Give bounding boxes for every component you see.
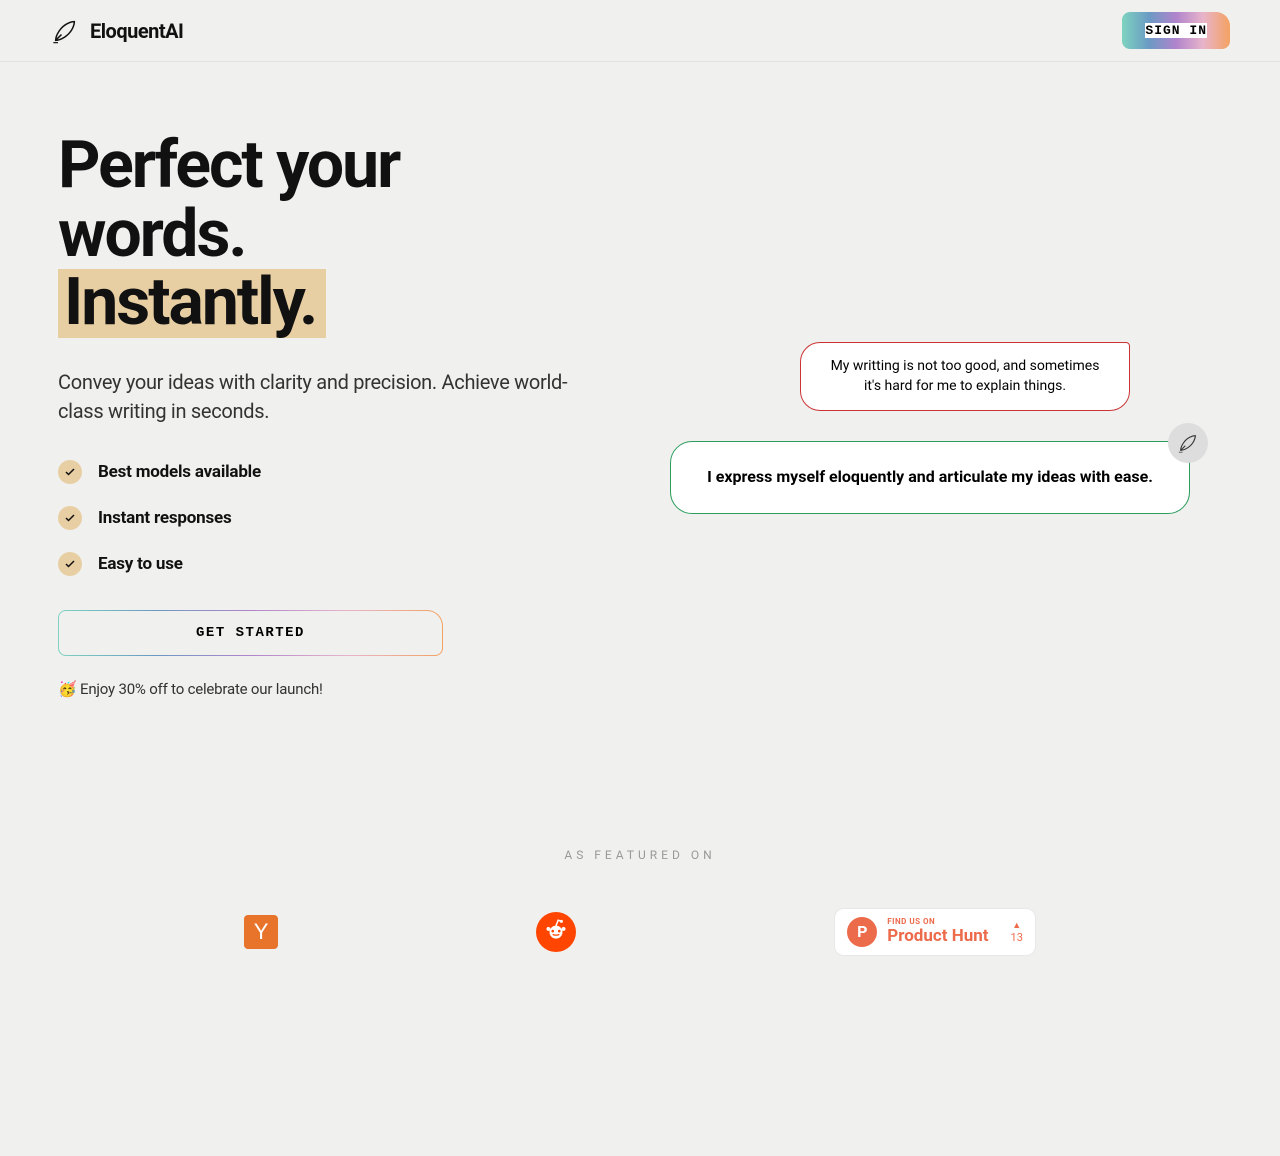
site-header: EloquentAI SIGN IN <box>0 0 1280 62</box>
hero-title: Perfect your words. Instantly. <box>58 132 598 338</box>
get-started-button[interactable]: GET STARTED <box>58 610 443 656</box>
brand-logo[interactable]: EloquentAI <box>50 16 183 46</box>
feature-label: Instant responses <box>98 508 232 528</box>
sign-in-button[interactable]: SIGN IN <box>1122 12 1230 49</box>
promo-text: 🥳 Enjoy 30% off to celebrate our launch! <box>58 680 598 698</box>
ph-upvote: ▲ 13 <box>1011 920 1023 944</box>
reddit-icon <box>543 917 569 947</box>
triangle-up-icon: ▲ <box>1012 920 1021 931</box>
feature-item: Best models available <box>58 460 598 484</box>
check-icon <box>58 460 82 484</box>
ph-name: Product Hunt <box>887 926 988 946</box>
brand-name: EloquentAI <box>90 19 183 43</box>
feature-label: Best models available <box>98 462 261 482</box>
producthunt-badge[interactable]: P FIND US ON Product Hunt ▲ 13 <box>834 908 1036 956</box>
hero-title-highlight: Instantly. <box>58 269 326 338</box>
avatar-icon <box>1168 423 1208 463</box>
check-icon <box>58 506 82 530</box>
featured-logos: Y P FIND US ON Product Hunt <box>115 908 1165 956</box>
feature-label: Easy to use <box>98 554 183 574</box>
demo-input-bubble: My writting is not too good, and sometim… <box>800 342 1130 411</box>
feature-item: Instant responses <box>58 506 598 530</box>
reddit-badge[interactable] <box>536 912 576 952</box>
hero-section: Perfect your words. Instantly. Convey yo… <box>0 62 1280 738</box>
demo-output-bubble: I express myself eloquently and articula… <box>670 441 1190 513</box>
ph-find-label: FIND US ON <box>887 917 988 926</box>
feather-icon <box>50 16 80 46</box>
featured-label: AS FEATURED ON <box>58 848 1222 862</box>
hero-subtitle: Convey your ideas with clarity and preci… <box>58 368 598 426</box>
feature-list: Best models available Instant responses … <box>58 460 598 576</box>
featured-section: AS FEATURED ON Y P FIND US ON <box>0 848 1280 956</box>
producthunt-icon: P <box>847 917 877 947</box>
hero-title-line1: Perfect your words. <box>58 127 399 273</box>
feature-item: Easy to use <box>58 552 598 576</box>
demo-output-wrap: I express myself eloquently and articula… <box>670 441 1190 513</box>
ph-count-value: 13 <box>1011 931 1023 944</box>
hero-left: Perfect your words. Instantly. Convey yo… <box>58 132 598 698</box>
hero-right: My writting is not too good, and sometim… <box>638 132 1222 698</box>
check-icon <box>58 552 82 576</box>
hackernews-badge[interactable]: Y <box>244 915 278 949</box>
